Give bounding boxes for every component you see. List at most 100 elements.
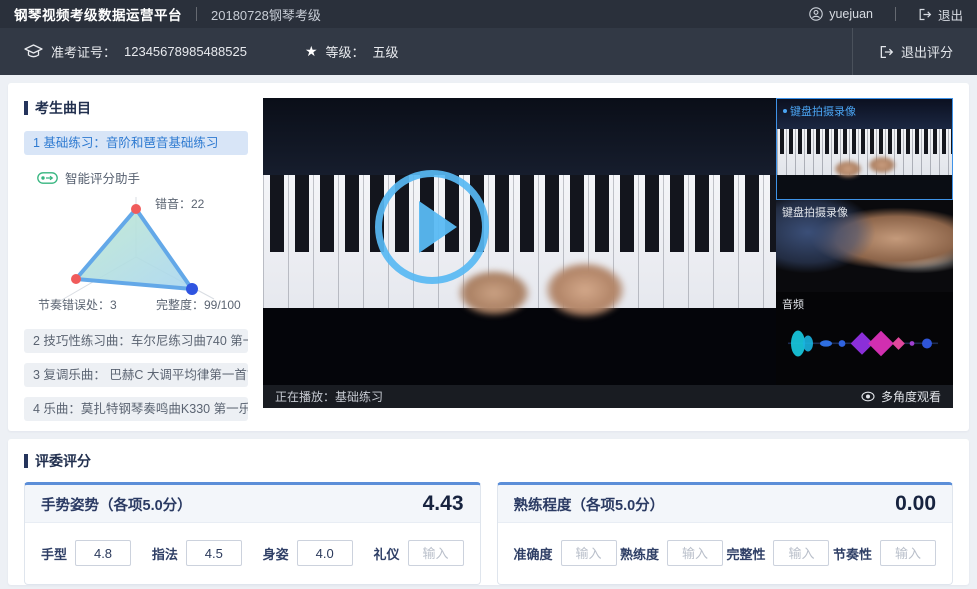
exit-scoring-label: 退出评分: [901, 42, 953, 61]
panel-proficiency: 熟练程度（各项5.0分） 0.00 准确度 熟练度 完整性 节奏性: [497, 482, 954, 585]
thumbnail-keyboard-camera-1[interactable]: 键盘拍摄录像: [776, 98, 953, 200]
field-etiquette: 礼仪: [373, 540, 463, 566]
ai-assistant-label: 智能评分助手: [65, 168, 140, 187]
eye-icon: [861, 391, 875, 402]
star-icon: ★: [305, 43, 318, 60]
hand-shape-input[interactable]: [75, 540, 131, 566]
top-bar: 钢琴视频考级数据运营平台 20180728钢琴考级 yuejuan 退出: [0, 0, 977, 28]
etiquette-input[interactable]: [408, 540, 464, 566]
play-button[interactable]: [375, 170, 489, 284]
song-item-2[interactable]: 2 技巧性练习曲：车尔尼练习曲740 第一首: [24, 329, 248, 353]
scoring-title: 评委评分: [24, 451, 953, 471]
player-bottom-bar: 正在播放：基础练习 多角度观看: [263, 385, 953, 408]
user-name: yuejuan: [829, 7, 873, 21]
panel-hand-posture-header: 手势姿势（各项5.0分） 4.43: [25, 485, 480, 523]
level-label: 等级：: [326, 42, 365, 61]
exit-scoring-button[interactable]: 退出评分: [879, 42, 953, 61]
field-proficiency: 熟练度: [620, 540, 723, 566]
song-item-4[interactable]: 4 乐曲：莫扎特钢琴奏鸣曲K330 第一乐章: [24, 397, 248, 421]
admission-group: 准考证号： 12345678985488525: [24, 42, 247, 61]
active-dot-icon: [783, 109, 787, 113]
thumbnail-2-label: 键盘拍摄录像: [782, 204, 848, 220]
exam-main-card: 考生曲目 1 基础练习：音阶和琶音基础练习 智能评分助手: [8, 83, 969, 431]
audio-label: 音频: [782, 296, 804, 312]
panel-proficiency-body: 准确度 熟练度 完整性 节奏性: [498, 523, 953, 584]
field-label: 熟练度: [620, 544, 659, 563]
scoring-title-text: 评委评分: [35, 451, 91, 471]
admission-label: 准考证号：: [51, 42, 116, 61]
field-label: 指法: [152, 544, 178, 563]
radar-label-rhythm-errors: 节奏错误处：3: [38, 296, 117, 313]
thumbnail-1-keyboard: [777, 129, 952, 175]
proficiency-input[interactable]: [667, 540, 723, 566]
user-menu[interactable]: yuejuan: [809, 7, 873, 21]
video-player: 键盘拍摄录像 键盘拍摄录像 音频: [263, 98, 953, 408]
ai-assistant-toggle-icon[interactable]: [37, 172, 58, 184]
song-item-3[interactable]: 3 复调乐曲： 巴赫C 大调平均律第一首前奏曲: [24, 363, 248, 387]
user-icon: [809, 7, 823, 21]
song-list-title: 考生曲目: [24, 98, 248, 118]
field-label: 手型: [41, 544, 67, 563]
field-label: 准确度: [514, 544, 553, 563]
field-rhythm: 节奏性: [833, 540, 936, 566]
thumbnail-keyboard-camera-2[interactable]: 键盘拍摄录像: [776, 200, 953, 292]
multi-angle-button[interactable]: 多角度观看: [861, 388, 941, 405]
video-panel: 键盘拍摄录像 键盘拍摄录像 音频: [263, 98, 953, 416]
main-video[interactable]: [263, 98, 776, 385]
video-background: [263, 98, 776, 175]
field-label: 身姿: [263, 544, 289, 563]
exit-scoring-icon: [879, 45, 894, 59]
divider: [196, 7, 197, 21]
accuracy-input[interactable]: [561, 540, 617, 566]
song-list-panel: 考生曲目 1 基础练习：音阶和琶音基础练习 智能评分助手: [24, 98, 248, 416]
completeness-input[interactable]: [773, 540, 829, 566]
app-title: 钢琴视频考级数据运营平台: [14, 4, 182, 24]
field-fingering: 指法: [152, 540, 242, 566]
title-accent-bar: [24, 454, 28, 468]
logout-button[interactable]: 退出: [918, 5, 963, 24]
left-hand-graphic: [458, 270, 530, 316]
panel-hand-posture-body: 手型 指法 身姿 礼仪: [25, 523, 480, 584]
panel-title: 熟练程度（各项5.0分）: [514, 494, 665, 515]
field-label: 完整性: [726, 544, 765, 563]
field-completeness: 完整性: [726, 540, 829, 566]
now-playing-text: 正在播放：基础练习: [275, 388, 383, 405]
fingering-input[interactable]: [186, 540, 242, 566]
posture-input[interactable]: [297, 540, 353, 566]
logout-label: 退出: [938, 5, 963, 24]
field-posture: 身姿: [263, 540, 353, 566]
exam-info-bar: 准考证号： 12345678985488525 ★ 等级： 五级 退出评分: [0, 28, 977, 75]
right-hand-graphic: [545, 262, 625, 318]
level-value: 五级: [373, 42, 399, 61]
field-accuracy: 准确度: [514, 540, 617, 566]
thumbnail-1-hand: [869, 157, 895, 173]
rhythm-input[interactable]: [880, 540, 936, 566]
graduation-cap-icon: [24, 44, 43, 60]
level-group: ★ 等级： 五级: [305, 42, 399, 61]
thumbnail-audio[interactable]: 音频: [776, 292, 953, 385]
play-icon: [419, 201, 457, 253]
radar-chart-svg: [24, 191, 248, 313]
panel-score: 4.43: [423, 492, 464, 516]
field-hand-shape: 手型: [41, 540, 131, 566]
field-label: 节奏性: [833, 544, 872, 563]
panel-score: 0.00: [895, 492, 936, 516]
panel-title: 手势姿势（各项5.0分）: [41, 494, 192, 515]
thumbnail-1-bottom: [777, 175, 952, 199]
admission-number: 12345678985488525: [124, 44, 247, 59]
field-label: 礼仪: [373, 544, 399, 563]
judge-scoring-card: 评委评分 手势姿势（各项5.0分） 4.43 手型 指法 身姿: [8, 439, 969, 585]
multi-angle-label: 多角度观看: [881, 388, 941, 405]
session-title: 20180728钢琴考级: [211, 5, 321, 24]
radar-chart: 错音：22 节奏错误处：3 完整度：99/100: [24, 191, 248, 313]
ai-assistant-row: 智能评分助手: [37, 168, 248, 187]
title-accent-bar: [24, 101, 28, 115]
thumbnail-1-hand: [835, 161, 861, 177]
logout-icon: [918, 8, 932, 21]
song-item-1[interactable]: 1 基础练习：音阶和琶音基础练习: [24, 131, 248, 155]
thumbnail-1-label: 键盘拍摄录像: [790, 103, 856, 119]
radar-label-wrong-notes: 错音：22: [155, 195, 204, 212]
panel-proficiency-header: 熟练程度（各项5.0分） 0.00: [498, 485, 953, 523]
audio-waveform: [784, 315, 944, 371]
divider: [895, 7, 896, 21]
